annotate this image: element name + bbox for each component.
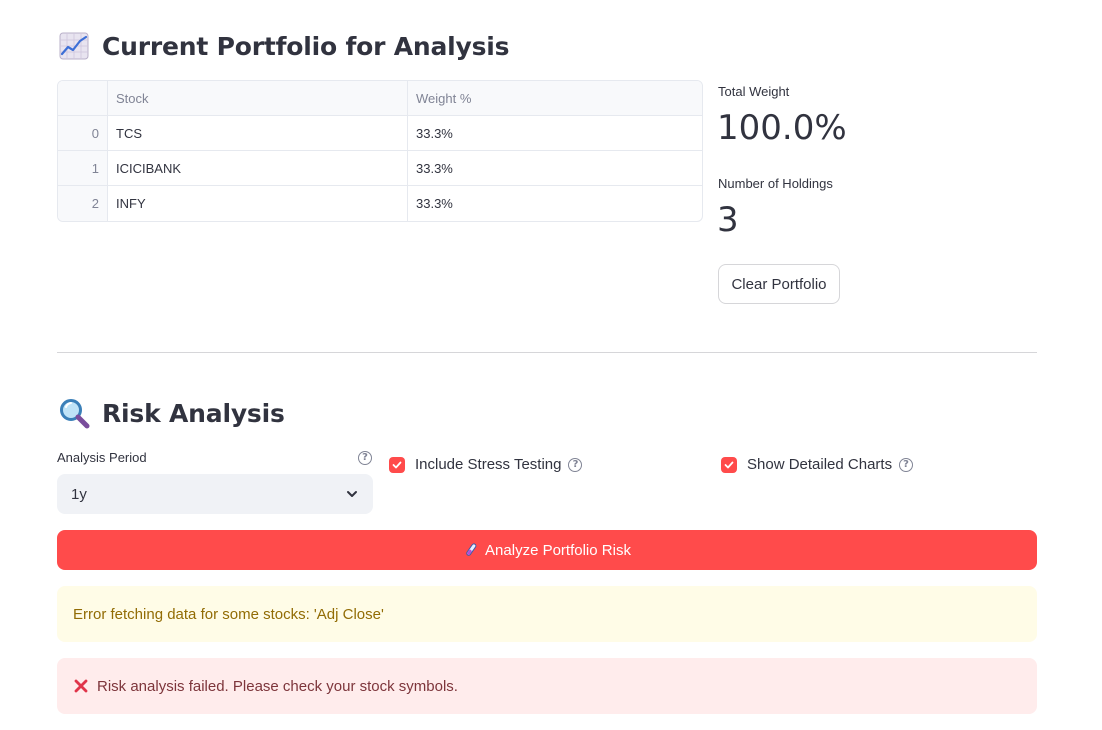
detailed-charts-label[interactable]: Show Detailed Charts <box>747 456 892 473</box>
portfolio-heading: Current Portfolio for Analysis <box>58 30 510 62</box>
table-cell-index: 1 <box>58 151 108 185</box>
table-cell-stock[interactable]: ICICIBANK <box>108 151 408 185</box>
detailed-charts-help-icon[interactable]: ? <box>899 457 914 472</box>
detailed-charts-checkbox[interactable]: Show Detailed Charts ? <box>721 456 914 473</box>
analysis-period-label: Analysis Period <box>57 450 147 465</box>
analyze-portfolio-risk-button[interactable]: Analyze Portfolio Risk <box>57 530 1037 570</box>
test-tube-icon <box>466 543 477 556</box>
checkbox-checked-icon[interactable] <box>721 456 737 473</box>
warning-alert: Error fetching data for some stocks: 'Ad… <box>57 586 1037 642</box>
holdings-label: Number of Holdings <box>718 176 833 191</box>
table-cell-weight[interactable]: 33.3% <box>408 151 702 185</box>
magnifying-glass-icon <box>60 399 90 429</box>
clear-portfolio-button[interactable]: Clear Portfolio <box>718 264 840 304</box>
table-cell-weight[interactable]: 33.3% <box>408 116 702 150</box>
table-header-weight[interactable]: Weight % <box>408 81 702 115</box>
total-weight-value: 100.0% <box>717 108 847 148</box>
checkbox-checked-icon[interactable] <box>389 456 405 473</box>
app-page: Current Portfolio for Analysis Stock Wei… <box>0 0 1102 730</box>
analysis-period-select[interactable]: 1y <box>57 474 373 514</box>
portfolio-table[interactable]: Stock Weight % 0 TCS 33.3% 1 ICICIBANK 3… <box>57 80 703 222</box>
risk-heading: Risk Analysis <box>58 397 285 429</box>
total-weight-label: Total Weight <box>718 84 790 99</box>
risk-title: Risk Analysis <box>102 398 285 428</box>
cross-mark-icon <box>74 679 88 693</box>
stress-testing-help-icon[interactable]: ? <box>568 457 583 472</box>
table-cell-index: 2 <box>58 186 108 221</box>
portfolio-title: Current Portfolio for Analysis <box>102 31 510 61</box>
table-cell-weight[interactable]: 33.3% <box>408 186 702 221</box>
analyze-button-label: Analyze Portfolio Risk <box>485 541 631 559</box>
table-cell-index: 0 <box>58 116 108 150</box>
chart-increasing-icon <box>59 32 89 60</box>
section-divider <box>57 352 1037 353</box>
error-alert: Risk analysis failed. Please check your … <box>57 658 1037 714</box>
warning-text: Error fetching data for some stocks: 'Ad… <box>73 605 384 623</box>
chevron-down-icon <box>347 491 357 497</box>
table-cell-stock[interactable]: INFY <box>108 186 408 221</box>
analysis-period-help-icon[interactable]: ? <box>358 451 372 465</box>
stress-testing-checkbox[interactable]: Include Stress Testing ? <box>389 456 583 473</box>
table-header-stock[interactable]: Stock <box>108 81 408 115</box>
stress-testing-label[interactable]: Include Stress Testing <box>415 456 561 473</box>
table-row[interactable]: 0 TCS 33.3% <box>58 116 702 151</box>
table-header-index <box>58 81 108 115</box>
analysis-period-value: 1y <box>71 485 87 503</box>
error-text: Risk analysis failed. Please check your … <box>97 677 458 695</box>
table-cell-stock[interactable]: TCS <box>108 116 408 150</box>
table-row[interactable]: 1 ICICIBANK 33.3% <box>58 151 702 186</box>
table-row[interactable]: 2 INFY 33.3% <box>58 186 702 221</box>
holdings-value: 3 <box>717 200 739 240</box>
table-header-row: Stock Weight % <box>58 81 702 116</box>
